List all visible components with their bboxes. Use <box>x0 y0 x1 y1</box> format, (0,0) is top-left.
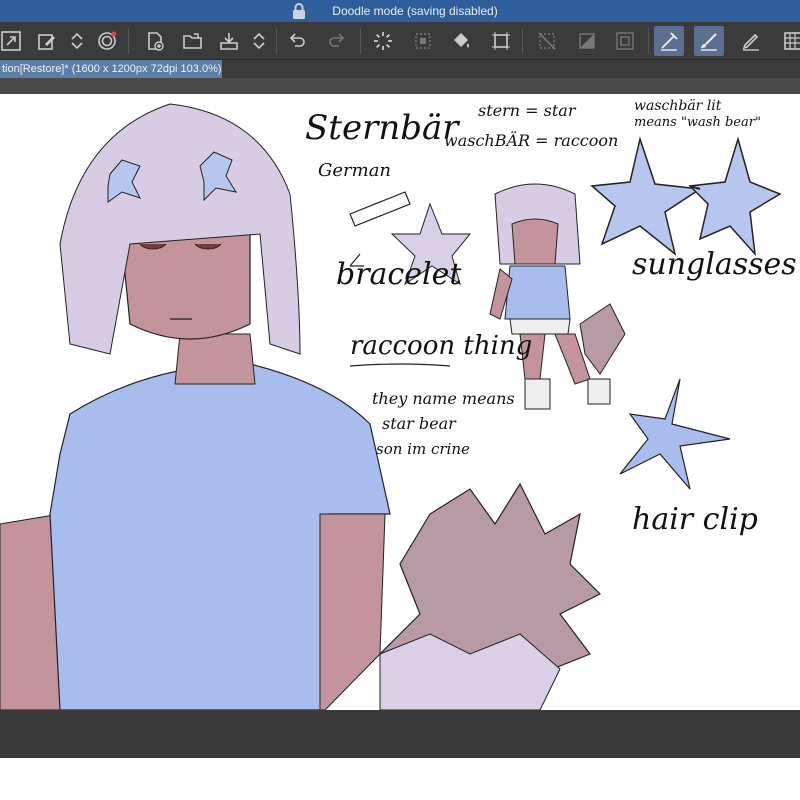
new-file-icon <box>148 32 164 51</box>
note-wash-means: means "wash bear" <box>634 115 761 130</box>
toolbar <box>0 22 800 60</box>
save-tray-button[interactable] <box>214 26 244 56</box>
main-character <box>0 103 391 710</box>
undo-button[interactable] <box>282 26 312 56</box>
canvas-top-strip <box>0 78 800 94</box>
pencil-tool-button[interactable] <box>736 26 766 56</box>
brush-tool-icon <box>701 33 717 51</box>
eyedropper-edit-button[interactable] <box>32 26 62 56</box>
redo-button[interactable] <box>322 26 352 56</box>
pencil-tool-icon <box>742 33 759 51</box>
gradient-button[interactable] <box>572 26 602 56</box>
redo-icon <box>329 33 345 47</box>
resize-icon <box>1 31 21 51</box>
selection-dots-button[interactable] <box>408 26 438 56</box>
note-name: Sternbär <box>305 108 460 148</box>
chibi-character <box>489 183 626 410</box>
sunglasses-sketch <box>590 136 782 257</box>
note-wasch-lit: waschbär lit <box>634 98 722 114</box>
crop-frame-icon <box>616 32 634 50</box>
note-name-means-1: they name means <box>372 389 515 408</box>
clear-selection-icon <box>538 32 556 50</box>
note-bracelet: bracelet <box>336 257 462 292</box>
loading-spinner-button[interactable] <box>368 26 398 56</box>
chevron-updown-button[interactable] <box>244 26 274 56</box>
pen-tool-icon <box>661 32 678 51</box>
grid-icon <box>784 32 800 50</box>
brush-tool-button[interactable] <box>694 26 724 56</box>
chevron-updown-icon <box>253 32 265 50</box>
note-raccoon-thing: raccoon thing <box>350 331 532 361</box>
drawing-canvas[interactable]: Sternbär German stern = star waschBÄR = … <box>0 94 800 710</box>
transform-icon <box>492 32 510 50</box>
loading-spinner-icon <box>374 32 392 50</box>
note-name-means-3: son im crine <box>376 440 470 458</box>
note-stern: stern = star <box>478 101 577 120</box>
drawing-artwork: Sternbär German stern = star waschBÄR = … <box>0 98 797 710</box>
gradient-icon <box>579 33 595 49</box>
document-tab-bar: tion[Restore]* (1600 x 1200px 72dpi 103.… <box>0 60 800 78</box>
undo-icon <box>289 33 305 47</box>
spiral-icon <box>98 31 117 50</box>
open-folder-button[interactable] <box>178 26 208 56</box>
hair-clip-sketch <box>619 378 731 490</box>
transform-button[interactable] <box>486 26 516 56</box>
spiral-button[interactable] <box>92 26 122 56</box>
expand-collapse-icon <box>71 32 83 50</box>
grid-button[interactable] <box>778 26 800 56</box>
note-german: German <box>318 160 391 181</box>
note-hair-clip: hair clip <box>632 502 758 537</box>
window-title: Doodle mode (saving disabled) <box>332 4 498 18</box>
open-folder-icon <box>183 33 202 49</box>
fill-bucket-icon <box>454 33 469 48</box>
lock-icon <box>293 3 305 19</box>
fill-bucket-button[interactable] <box>446 26 476 56</box>
resize-button[interactable] <box>0 26 26 56</box>
pen-tool-button[interactable] <box>654 26 684 56</box>
save-tray-icon <box>220 33 238 50</box>
expand-collapse-button[interactable] <box>62 26 92 56</box>
document-tab-label: tion[Restore]* (1600 x 1200px 72dpi 103.… <box>2 63 222 75</box>
bottom-margin <box>0 758 800 800</box>
eyedropper-edit-icon <box>38 34 55 50</box>
note-sunglasses: sunglasses <box>632 247 797 282</box>
new-file-button[interactable] <box>140 26 170 56</box>
bottom-toolbar <box>0 710 800 758</box>
crop-frame-button[interactable] <box>610 26 640 56</box>
clear-selection-button[interactable] <box>532 26 562 56</box>
note-waschbar: waschBÄR = raccoon <box>444 130 618 150</box>
document-tab[interactable]: tion[Restore]* (1600 x 1200px 72dpi 103.… <box>0 60 222 78</box>
note-name-means-2: star bear <box>382 414 457 433</box>
title-bar: Doodle mode (saving disabled) <box>0 0 800 22</box>
selection-dots-icon <box>415 33 431 49</box>
tail-sketch <box>379 482 602 710</box>
